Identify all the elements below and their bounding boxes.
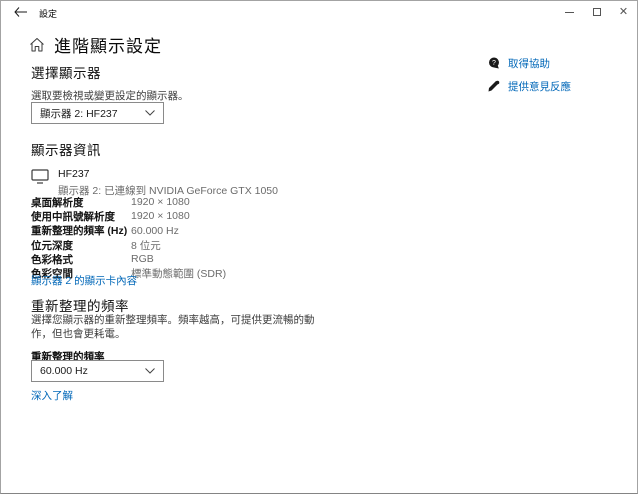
table-row: 使用中訊號解析度 1920 × 1080 [31, 209, 226, 223]
display-selector-value: 顯示器 2: HF237 [40, 106, 118, 121]
monitor-summary: HF237 顯示器 2: 已連線到 NVIDIA GeForce GTX 105… [31, 167, 278, 198]
table-row: 桌面解析度 1920 × 1080 [31, 195, 226, 209]
minimize-button[interactable] [556, 1, 583, 23]
svg-text:?: ? [492, 60, 496, 67]
row-label: 色彩格式 [31, 252, 131, 267]
page-title: 進階顯示設定 [54, 32, 162, 57]
close-button[interactable]: ✕ [610, 1, 637, 23]
help-panel: ? 取得協助 提供意見反應 [488, 56, 571, 102]
row-value: 1920 × 1080 [131, 210, 190, 222]
maximize-icon [593, 8, 601, 16]
row-label: 桌面解析度 [31, 195, 131, 210]
help-icon: ? [488, 57, 500, 69]
display-info-table: 桌面解析度 1920 × 1080 使用中訊號解析度 1920 × 1080 重… [31, 195, 226, 281]
display-info-heading: 顯示器資訊 [31, 139, 101, 159]
refresh-rate-dropdown[interactable]: 60.000 Hz [31, 360, 164, 382]
refresh-rate-description: 選擇您顯示器的重新整理頻率。頻率越高，可提供更流暢的動作，但也會更耗電。 [31, 314, 333, 341]
settings-window: 設定 ✕ 進階顯示設定 ? 取得協助 提供意見反應 選擇顯示器 選取要檢視或變更… [0, 0, 638, 494]
titlebar: 設定 ✕ [1, 1, 637, 27]
row-value: 60.000 Hz [131, 225, 179, 237]
row-value: 1920 × 1080 [131, 196, 190, 208]
display-selector-dropdown[interactable]: 顯示器 2: HF237 [31, 102, 164, 124]
refresh-rate-heading: 重新整理的頻率 [31, 295, 129, 315]
monitor-texts: HF237 顯示器 2: 已連線到 NVIDIA GeForce GTX 105… [58, 167, 278, 198]
get-help-link[interactable]: ? 取得協助 [488, 56, 571, 70]
choose-display-heading: 選擇顯示器 [31, 62, 101, 82]
learn-more-link[interactable]: 深入了解 [31, 388, 73, 403]
table-row: 位元深度 8 位元 [31, 238, 226, 252]
table-row: 重新整理的頻率 (Hz) 60.000 Hz [31, 224, 226, 238]
feedback-link[interactable]: 提供意見反應 [488, 79, 571, 93]
back-arrow-icon [14, 7, 27, 17]
row-value: 標準動態範圍 (SDR) [131, 266, 226, 281]
chevron-down-icon [145, 368, 155, 374]
get-help-label: 取得協助 [508, 56, 550, 71]
maximize-button[interactable] [583, 1, 610, 23]
feedback-label: 提供意見反應 [508, 79, 571, 94]
window-controls: ✕ [556, 1, 637, 23]
home-icon [29, 37, 45, 53]
table-row: 色彩格式 RGB [31, 252, 226, 266]
chevron-down-icon [145, 110, 155, 116]
row-label: 位元深度 [31, 238, 131, 253]
feedback-icon [488, 80, 500, 92]
minimize-icon [565, 12, 574, 13]
row-label: 使用中訊號解析度 [31, 209, 131, 224]
row-label: 重新整理的頻率 (Hz) [31, 223, 131, 238]
page-header: 進階顯示設定 [29, 32, 162, 57]
app-title: 設定 [39, 7, 57, 20]
row-value: RGB [131, 253, 154, 265]
refresh-rate-value: 60.000 Hz [40, 365, 88, 377]
adapter-properties-link[interactable]: 顯示器 2 的顯示卡內容 [31, 273, 137, 288]
row-value: 8 位元 [131, 238, 161, 253]
monitor-icon [31, 169, 49, 198]
close-icon: ✕ [619, 7, 628, 18]
monitor-name: HF237 [58, 168, 278, 180]
back-button[interactable] [7, 3, 33, 21]
